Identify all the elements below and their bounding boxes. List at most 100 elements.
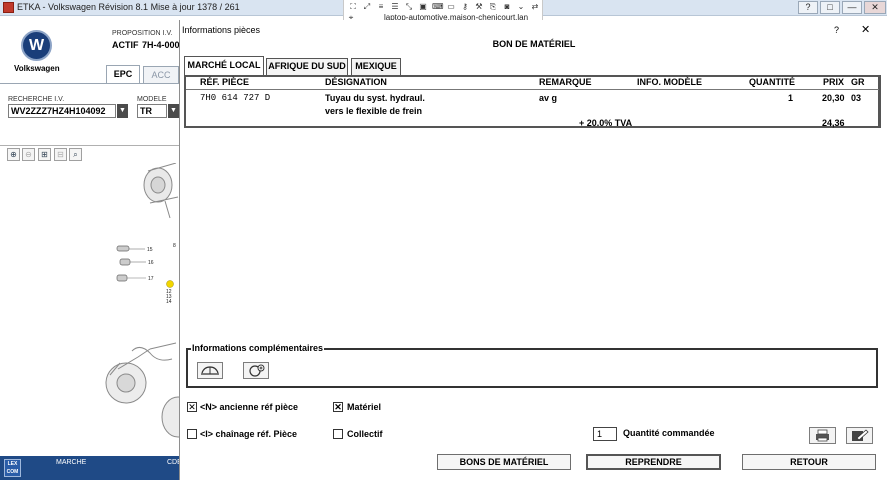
quantity-input[interactable]: 1 [593, 427, 617, 441]
tab-afrique-du-sud[interactable]: AFRIQUE DU SUD [266, 58, 348, 75]
zoom-fit-icon[interactable]: ⊞ [38, 148, 51, 161]
zoom-in-icon[interactable]: ⊕ [7, 148, 20, 161]
part-ref: 7H0 614 727 D [200, 93, 271, 103]
edit-button[interactable] [846, 427, 873, 444]
keyboard-icon[interactable]: ⌨ [432, 2, 444, 12]
diagram-label: 14 [166, 299, 172, 305]
list-icon[interactable]: ☰ [390, 2, 400, 12]
info-complementaires-box: Informations complémentaires [186, 343, 878, 388]
materiel-label: Matériel [347, 402, 382, 412]
part-designation: Tuyau du syst. hydraul. [325, 93, 425, 103]
magnifier-icon[interactable]: ⌕ [69, 148, 82, 161]
divider [0, 83, 180, 84]
highlight-marker [166, 280, 174, 288]
diagram-label: 8 [173, 243, 176, 249]
minimize-button[interactable]: — [842, 1, 862, 14]
modele-dropdown-icon[interactable]: ▼ [168, 104, 179, 118]
restore-window-button[interactable]: □ [820, 1, 840, 14]
fit-screen-icon[interactable]: ⛶ [348, 2, 358, 12]
tab-mexique[interactable]: MEXIQUE [351, 58, 401, 75]
col-gr: GR [851, 77, 865, 87]
shrink-icon[interactable]: ⤡ [404, 2, 414, 12]
toolbar-divider [0, 145, 180, 146]
materiel-checkbox[interactable]: ✕ [333, 402, 343, 412]
car-lift-icon [201, 366, 219, 375]
collectif-checkbox[interactable] [333, 429, 343, 439]
parts-info-dialog: Informations pièces ? ✕ BON DE MATÉRIEL … [179, 20, 887, 480]
collectif-label: Collectif [347, 429, 383, 439]
exploded-view-diagram[interactable]: 8 15 16 17 12 13 14 [0, 163, 180, 458]
diagram-label: 15 [147, 247, 153, 253]
brand-label: Volkswagen [14, 64, 60, 73]
part-gr: 03 [851, 93, 862, 103]
actif-value: 7H-4-000 [142, 40, 180, 50]
tva-total: 24,36 [822, 118, 845, 128]
add-info-button[interactable] [243, 362, 269, 379]
ancienne-checkbox[interactable]: ✕ [187, 402, 197, 412]
col-remarque: REMARQUE [539, 77, 592, 87]
recherche-dropdown-icon[interactable]: ▼ [117, 104, 128, 118]
display-icon[interactable]: ▭ [446, 2, 456, 12]
tab-marche-local[interactable]: MARCHÉ LOCAL [184, 56, 264, 76]
reprendre-button[interactable]: REPRENDRE [586, 454, 721, 470]
help-window-button[interactable]: ? [798, 1, 818, 14]
retour-button[interactable]: RETOUR [742, 454, 876, 470]
quantity-label: Quantité commandée [623, 428, 715, 438]
tab-acc[interactable]: ACC [143, 66, 179, 84]
col-info-modele: INFO. MODÈLE [637, 77, 702, 87]
recherche-input[interactable]: WV2ZZZ7HZ4H104092 [8, 104, 116, 118]
diagram-label: 16 [148, 260, 154, 266]
bon-heading: BON DE MATÉRIEL [492, 39, 576, 49]
col-designation: DÉSIGNATION [325, 77, 387, 87]
modele-label: MODELE [137, 96, 167, 103]
window-title: ETKA - Volkswagen Révision 8.1 Mise à jo… [17, 2, 240, 12]
close-window-button[interactable]: ✕ [864, 1, 886, 14]
printer-icon [816, 429, 829, 442]
wrench-icon[interactable]: ⚒ [474, 2, 484, 12]
lexcom-logo: LEX COM [4, 459, 21, 477]
part-quantite: 1 [788, 93, 794, 103]
camera-icon[interactable]: ◙ [502, 2, 512, 12]
tva-label: + 20.0% TVA [579, 118, 633, 128]
proposition-label: PROPOSITION I.V. [112, 30, 173, 37]
vehicle-info-button[interactable] [197, 362, 223, 379]
edit-icon [852, 429, 869, 441]
info-legend: Informations complémentaires [191, 343, 325, 353]
zoom-reset-icon[interactable]: ⊟ [54, 148, 67, 161]
dialog-title: Informations pièces [182, 25, 261, 35]
part-remarque: av g [539, 93, 558, 103]
fullscreen-icon[interactable]: ⤢ [362, 2, 372, 12]
tab-epc[interactable]: EPC [106, 65, 140, 83]
recherche-label: RECHERCHE I.V. [8, 96, 65, 103]
key-icon[interactable]: ⚷ [460, 2, 470, 12]
bons-de-materiel-button[interactable]: BONS DE MATÉRIEL [437, 454, 571, 470]
vw-logo: W [21, 30, 52, 61]
left-panel: W Volkswagen PROPOSITION I.V. ACTIF 7H-4… [0, 16, 182, 480]
parts-table: RÉF. PIÈCE DÉSIGNATION REMARQUE INFO. MO… [184, 75, 881, 128]
clipboard-icon[interactable]: ⎘ [488, 2, 498, 12]
print-button[interactable] [809, 427, 836, 444]
modele-select[interactable]: TR [137, 104, 167, 118]
app-icon [3, 2, 14, 13]
diagram-label: 17 [148, 276, 154, 282]
part-prix: 20,30 [822, 93, 845, 103]
screen-icon[interactable]: ▣ [418, 2, 428, 12]
zoom-out-icon[interactable]: ⊖ [22, 148, 35, 161]
chainage-label: <I> chaînage réf. Pièce [200, 429, 298, 439]
chainage-checkbox[interactable] [187, 429, 197, 439]
col-ref: RÉF. PIÈCE [200, 77, 250, 87]
dialog-help-button[interactable]: ? [834, 25, 839, 35]
ancienne-label: <N> ancienne réf pièce [200, 402, 299, 412]
add-circle-icon [249, 364, 265, 377]
bottom-tab-bar: LEX COM MARCHE CDE [0, 456, 182, 480]
tab-marche[interactable]: MARCHE [56, 459, 86, 466]
col-prix: PRIX [823, 77, 845, 87]
col-quantite: QUANTITÉ [749, 77, 795, 87]
dialog-close-button[interactable]: ✕ [861, 23, 870, 36]
chevron-down-icon[interactable]: ⌄ [516, 2, 526, 12]
menu-icon[interactable]: ≡ [376, 2, 386, 12]
header-separator [186, 89, 879, 90]
disconnect-icon[interactable]: ⇄ [530, 2, 540, 12]
part-designation-line2: vers le flexible de frein [325, 106, 423, 116]
actif-label: ACTIF [112, 40, 139, 50]
